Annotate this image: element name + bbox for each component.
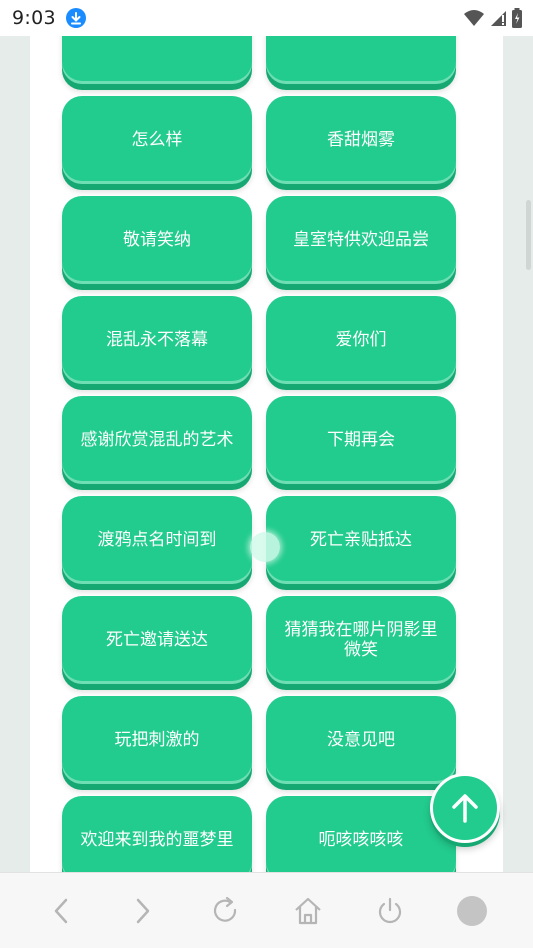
sound-button-grid: 怎么样 香甜烟雾 敬请笑纳 皇室特供欢迎品尝 混乱永不落幕 爱你们 感谢欣赏混乱… [62,36,460,872]
sound-button[interactable]: 香甜烟雾 [266,96,456,184]
sound-button[interactable]: 呃咳咳咳咳 [266,796,456,872]
sound-button[interactable]: 皇室特供欢迎品尝 [266,196,456,284]
refresh-icon [214,896,237,922]
sound-button[interactable]: 混乱永不落幕 [62,296,252,384]
menu-circle-icon [456,895,487,926]
touch-ripple [250,532,280,562]
sound-button[interactable]: 怎么样 [62,96,252,184]
sound-button-label: 敬请笑纳 [123,230,191,250]
scroll-top-button[interactable] [430,773,500,843]
forward-button[interactable] [123,891,163,931]
power-button[interactable] [370,891,410,931]
status-icons [463,8,523,28]
sound-button[interactable]: 感谢欣赏混乱的艺术 [62,396,252,484]
power-icon [378,897,401,923]
arrow-up-icon [452,794,478,823]
sound-button[interactable]: 死亡亲贴抵达 [250,496,456,584]
sound-button-label: 没意见吧 [327,730,395,750]
sound-button-label: 猜猜我在哪片阴影里微笑 [284,620,438,660]
sound-button-label: 爱你们 [335,330,387,350]
sound-button-label: 死亡邀请送达 [106,630,208,650]
sound-button[interactable]: 没意见吧 [266,696,456,784]
sound-button[interactable]: 猜猜我在哪片阴影里微笑 [266,596,456,684]
sound-button-label: 欢迎来到我的噩梦里 [80,830,234,850]
signal-icon [491,11,506,26]
page-content: 怎么样 香甜烟雾 敬请笑纳 皇室特供欢迎品尝 混乱永不落幕 爱你们 感谢欣赏混乱… [30,36,503,872]
sound-button[interactable]: 爱你们 [266,296,456,384]
refresh-button[interactable] [205,891,245,931]
forward-icon [136,898,150,923]
back-button[interactable] [41,891,81,931]
status-bar: 9:03 [0,0,533,36]
sound-button[interactable]: 下期再会 [266,396,456,484]
status-time: 9:03 [12,7,56,29]
sound-button-label: 怎么样 [131,130,183,150]
sound-button-label: 渡鸦点名时间到 [97,530,217,550]
sound-button-partial[interactable] [62,36,252,84]
sound-button-label: 香甜烟雾 [327,130,395,150]
home-icon [294,897,321,924]
scrollbar-thumb[interactable] [526,200,531,270]
browser-nav-bar [0,872,533,948]
sound-button[interactable]: 死亡邀请送达 [62,596,252,684]
sound-button-label: 皇室特供欢迎品尝 [293,230,429,250]
sound-button-label: 混乱永不落幕 [106,330,208,350]
sound-button-partial[interactable] [266,36,456,84]
sound-button[interactable]: 玩把刺激的 [62,696,252,784]
menu-button[interactable] [452,891,492,931]
back-icon [54,898,68,923]
home-button[interactable] [288,891,328,931]
wifi-icon [464,10,484,26]
sound-button-label: 下期再会 [327,430,395,450]
sound-button[interactable]: 欢迎来到我的噩梦里 [62,796,252,872]
sound-button-label: 呃咳咳咳咳 [318,830,404,850]
sound-button-label: 感谢欣赏混乱的艺术 [80,430,234,450]
download-icon [65,8,86,28]
sound-button[interactable]: 渡鸦点名时间到 [62,496,252,584]
battery-icon [512,8,522,28]
sound-button-label: 死亡亲贴抵达 [310,530,412,550]
sound-button[interactable]: 敬请笑纳 [62,196,252,284]
sound-button-label: 玩把刺激的 [114,730,200,750]
